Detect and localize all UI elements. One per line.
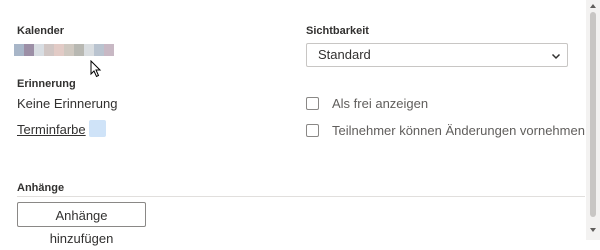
redacted-block (44, 44, 54, 56)
visibility-selected-value: Standard (318, 47, 371, 62)
event-color-swatch[interactable] (89, 120, 106, 137)
attendees-can-modify-label[interactable]: Teilnehmer können Änderungen vornehmen (332, 123, 585, 138)
attachments-label: Anhänge (17, 182, 65, 194)
calendar-name-redacted[interactable] (14, 44, 114, 56)
divider (17, 196, 585, 197)
add-attachments-button[interactable]: Anhänge hinzufügen (17, 202, 146, 246)
vertical-scrollbar[interactable] (586, 0, 600, 240)
mouse-cursor-icon (90, 60, 102, 78)
redacted-block (74, 44, 84, 56)
reminder-value[interactable]: Keine Erinnerung (17, 96, 117, 111)
show-as-free-checkbox[interactable] (306, 97, 319, 110)
redacted-block (54, 44, 64, 56)
visibility-label: Sichtbarkeit (306, 25, 369, 37)
scrollbar-thumb[interactable] (590, 12, 596, 217)
redacted-block (14, 44, 24, 56)
redacted-block (84, 44, 94, 56)
event-color-link[interactable]: Terminfarbe (17, 122, 86, 137)
redacted-block (94, 44, 104, 56)
redacted-block (104, 44, 114, 56)
reminder-label: Erinnerung (17, 78, 76, 90)
scroll-up-arrow-icon[interactable] (589, 2, 597, 10)
visibility-select[interactable]: Standard (306, 43, 568, 67)
redacted-block (64, 44, 74, 56)
attendees-can-modify-checkbox[interactable] (306, 124, 319, 137)
show-as-free-label[interactable]: Als frei anzeigen (332, 96, 428, 111)
scroll-down-arrow-icon[interactable] (589, 226, 597, 234)
redacted-block (34, 44, 44, 56)
chevron-down-icon (551, 53, 561, 60)
redacted-block (24, 44, 34, 56)
calendar-label: Kalender (17, 25, 65, 37)
event-details-panel: Kalender Erinnerung Keine Erinnerung Ter… (0, 0, 586, 246)
